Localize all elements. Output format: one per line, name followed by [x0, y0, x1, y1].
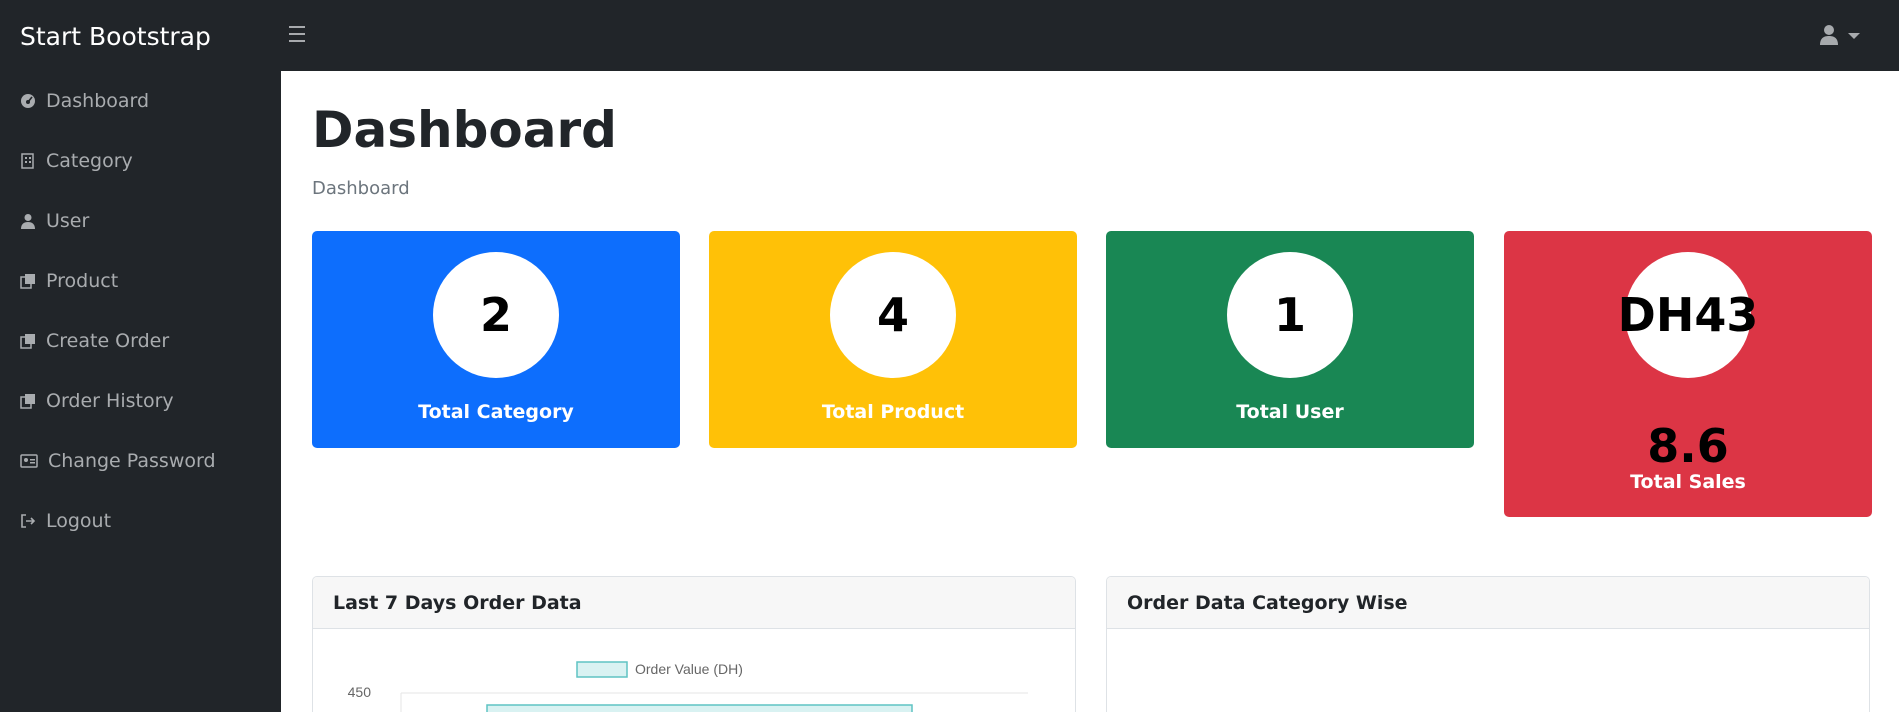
sidebar-item-label: Create Order [46, 330, 170, 352]
sidebar-item-user[interactable]: User [0, 201, 281, 241]
sidebar-item-category[interactable]: Category [0, 141, 281, 181]
y-tick-label: 450 [348, 684, 372, 700]
stat-label: Total User [1236, 401, 1344, 423]
sidebar-item-logout[interactable]: Logout [0, 501, 281, 541]
sidebar-item-label: Product [46, 270, 119, 292]
sidebar-item-label: Dashboard [46, 90, 150, 112]
sidebar-item-create-order[interactable]: Create Order [0, 321, 281, 361]
stat-card-total-sales: DH43 8.6 Total Sales [1504, 231, 1872, 517]
breadcrumb: Dashboard [312, 178, 410, 199]
sidebar-item-order-history[interactable]: Order History [0, 381, 281, 421]
stat-label: Total Category [418, 401, 574, 423]
sidebar-item-dashboard[interactable]: Dashboard [0, 81, 281, 121]
sidebar-item-change-password[interactable]: Change Password [0, 441, 281, 481]
tachometer-icon [20, 93, 36, 109]
sign-out-icon [20, 513, 36, 529]
legend-swatch [576, 661, 628, 678]
sidebar-item-label: Order History [46, 390, 174, 412]
sidebar-item-label: Category [46, 150, 133, 172]
user-menu-dropdown[interactable] [1818, 24, 1864, 48]
panel-order-data-category-wise: Order Data Category Wise [1106, 576, 1870, 712]
sidebar-item-label: User [46, 210, 90, 232]
main-content: Dashboard Dashboard 2 Total Category 4 T… [281, 71, 1899, 712]
panel-title: Last 7 Days Order Data [313, 577, 1075, 629]
stat-value: DH43 [1618, 252, 1758, 378]
id-card-icon [20, 453, 38, 469]
stat-card-total-product: 4 Total Product [709, 231, 1077, 448]
stat-value: 4 [830, 252, 956, 378]
panel-last-7-days-order: Last 7 Days Order Data Order Value (DH) … [312, 576, 1076, 712]
page-title: Dashboard [312, 101, 617, 159]
sidebar-item-label: Change Password [48, 450, 216, 472]
stat-card-total-category: 2 Total Category [312, 231, 680, 448]
sidebar: Dashboard Category User Product Create O… [0, 71, 281, 712]
brand-title[interactable]: Start Bootstrap [20, 22, 211, 51]
chart-legend: Order Value (DH) [576, 661, 743, 678]
hamburger-icon [289, 26, 305, 28]
sidebar-item-label: Logout [46, 510, 112, 532]
building-icon [20, 153, 36, 169]
sidebar-toggle-button[interactable] [289, 26, 311, 46]
panel-title: Order Data Category Wise [1107, 577, 1869, 629]
chart-bar[interactable] [486, 704, 913, 712]
legend-label: Order Value (DH) [635, 661, 743, 677]
copy-icon [20, 273, 36, 289]
stat-label: Total Product [821, 401, 965, 423]
chart-bars [486, 704, 913, 712]
chevron-down-icon [1848, 33, 1860, 39]
stat-value: 2 [433, 252, 559, 378]
sales-sub-value: 8.6 [1647, 419, 1729, 473]
user-icon [1820, 25, 1838, 45]
stat-value: 1 [1227, 252, 1353, 378]
copy-icon [20, 393, 36, 409]
stat-label: Total Sales [1630, 471, 1746, 493]
stat-card-total-user: 1 Total User [1106, 231, 1474, 448]
top-navbar: Start Bootstrap [0, 0, 1899, 71]
sidebar-item-product[interactable]: Product [0, 261, 281, 301]
user-tie-icon [20, 213, 36, 229]
copy-icon [20, 333, 36, 349]
order-value-bar-chart: Order Value (DH) 450 [348, 661, 1028, 712]
